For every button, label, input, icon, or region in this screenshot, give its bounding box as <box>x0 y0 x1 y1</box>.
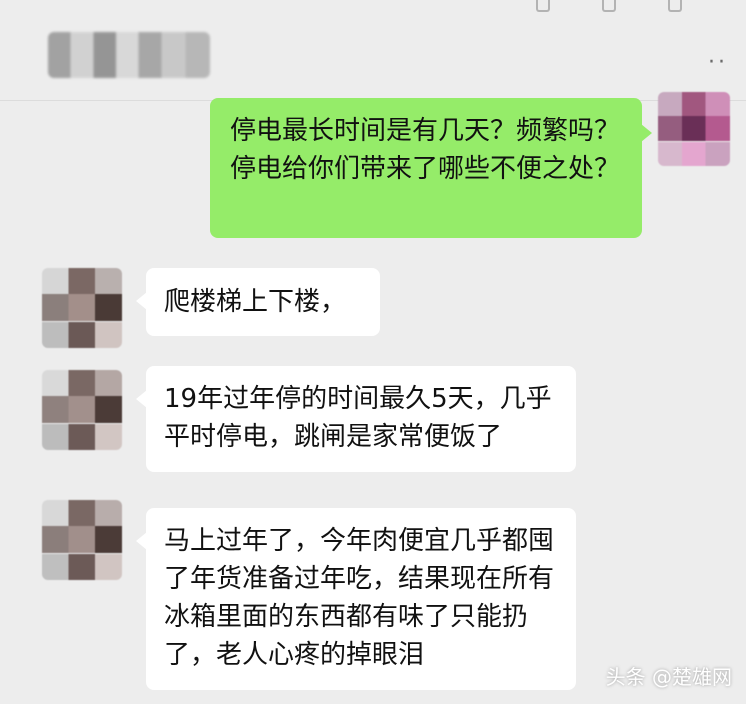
contact-avatar[interactable] <box>42 370 122 450</box>
status-icon <box>668 0 682 12</box>
message-bubble-incoming[interactable]: 马上过年了，今年肉便宜几乎都囤了年货准备过年吃，结果现在所有冰箱里面的东西都有味… <box>136 508 576 690</box>
more-dots-icon[interactable]: ·· <box>708 50 728 75</box>
watermark: 头条 @楚雄网 <box>605 665 732 689</box>
status-icon <box>536 0 550 12</box>
message-bubble-incoming[interactable]: 爬楼梯上下楼， <box>136 268 380 336</box>
status-icon <box>602 0 616 12</box>
my-avatar[interactable] <box>658 92 730 166</box>
avatar-mosaic <box>658 92 730 166</box>
contact-avatar[interactable] <box>42 268 122 348</box>
avatar-mosaic <box>42 268 122 348</box>
avatar-mosaic <box>42 370 122 450</box>
chat-header: ·· <box>0 0 746 101</box>
top-status-icons <box>536 0 706 14</box>
message-text: 停电最长时间是有几天？频繁吗？停电给你们带来了哪些不便之处？ <box>230 116 621 184</box>
message-text: 爬楼梯上下楼， <box>164 287 347 317</box>
contact-name-blurred <box>48 32 210 78</box>
avatar-mosaic <box>42 500 122 580</box>
contact-avatar[interactable] <box>42 500 122 580</box>
message-text: 马上过年了，今年肉便宜几乎都囤了年货准备过年吃，结果现在所有冰箱里面的东西都有味… <box>164 526 555 670</box>
message-bubble-incoming[interactable]: 19年过年停的时间最久5天，几乎平时停电，跳闸是家常便饭了 <box>136 366 576 472</box>
message-bubble-outgoing[interactable]: 停电最长时间是有几天？频繁吗？停电给你们带来了哪些不便之处？ <box>210 98 652 238</box>
message-text: 19年过年停的时间最久5天，几乎平时停电，跳闸是家常便饭了 <box>164 384 552 452</box>
